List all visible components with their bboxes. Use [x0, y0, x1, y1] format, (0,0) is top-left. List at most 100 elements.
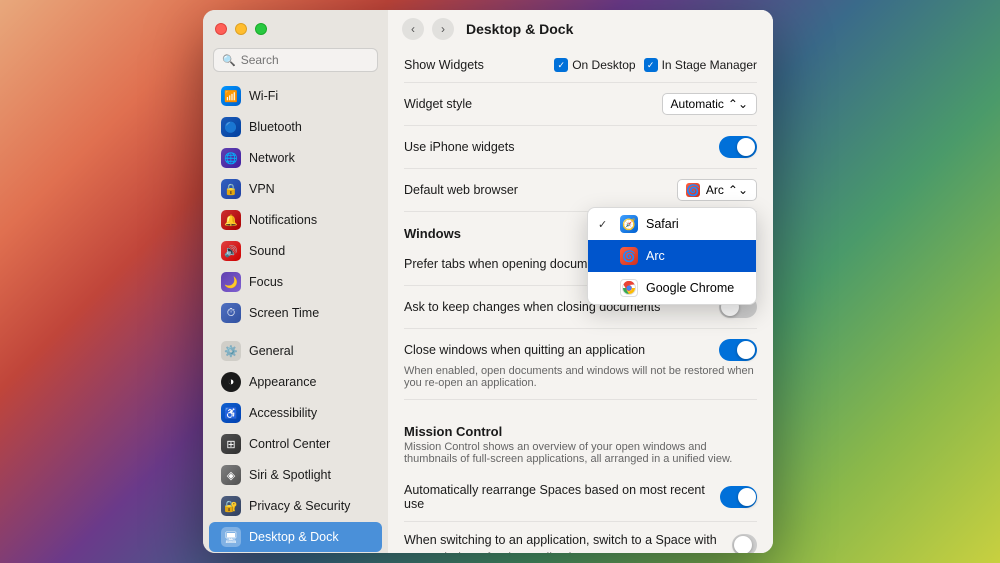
sidebar: 🔍 📶 Wi-Fi 🔵 Bluetooth 🌐 Network 🔒 VPN 🔔	[203, 10, 388, 553]
switch-space-label: When switching to an application, switch…	[404, 532, 732, 553]
default-browser-select[interactable]: 🌀 Arc ⌃⌄	[677, 179, 757, 201]
chrome-icon	[620, 279, 638, 297]
sidebar-item-controlcenter[interactable]: ⊞ Control Center	[209, 429, 382, 459]
sidebar-item-privacy[interactable]: 🔐 Privacy & Security	[209, 491, 382, 521]
system-preferences-window: 🔍 📶 Wi-Fi 🔵 Bluetooth 🌐 Network 🔒 VPN 🔔	[203, 10, 773, 553]
sidebar-item-accessibility[interactable]: ♿ Accessibility	[209, 398, 382, 428]
page-title: Desktop & Dock	[466, 21, 573, 37]
sidebar-item-sound[interactable]: 🔊 Sound	[209, 236, 382, 266]
safari-icon: 🧭	[620, 215, 638, 233]
search-icon: 🔍	[222, 54, 236, 67]
sidebar-label-bluetooth: Bluetooth	[249, 120, 302, 134]
main-content: ‹ › Desktop & Dock Show Widgets ✓ On Des…	[388, 10, 773, 553]
sidebar-label-wifi: Wi-Fi	[249, 89, 278, 103]
in-stage-manager-label: In Stage Manager	[662, 58, 757, 72]
screentime-icon: ⏱	[221, 303, 241, 323]
iphone-widgets-label: Use iPhone widgets	[404, 140, 514, 154]
widget-style-value: Automatic	[671, 97, 724, 111]
sidebar-item-network[interactable]: 🌐 Network	[209, 143, 382, 173]
desktop-icon: 🖥	[221, 527, 241, 547]
default-browser-row: Default web browser 🌀 Arc ⌃⌄ ✓ 🧭 Safari	[404, 169, 757, 212]
sidebar-item-bluetooth[interactable]: 🔵 Bluetooth	[209, 112, 382, 142]
sidebar-label-accessibility: Accessibility	[249, 406, 317, 420]
browser-option-chrome[interactable]: Google Chrome	[588, 272, 756, 304]
close-windows-desc: When enabled, open documents and windows…	[404, 365, 757, 389]
widget-style-label: Widget style	[404, 97, 472, 111]
content-area: Show Widgets ✓ On Desktop ✓ In Stage Man…	[388, 48, 773, 553]
sidebar-item-focus[interactable]: 🌙 Focus	[209, 267, 382, 297]
sidebar-label-notifications: Notifications	[249, 213, 317, 227]
sidebar-item-siri[interactable]: ◈ Siri & Spotlight	[209, 460, 382, 490]
sidebar-item-wifi[interactable]: 📶 Wi-Fi	[209, 81, 382, 111]
in-stage-manager-checkbox-label[interactable]: ✓ In Stage Manager	[644, 58, 757, 72]
widget-style-row: Widget style Automatic ⌃⌄	[404, 83, 757, 126]
on-desktop-checkbox[interactable]: ✓	[554, 58, 568, 72]
browser-option-safari[interactable]: ✓ 🧭 Safari	[588, 208, 756, 240]
in-stage-manager-checkbox[interactable]: ✓	[644, 58, 658, 72]
forward-button[interactable]: ›	[432, 18, 454, 40]
mission-control-header: Mission Control	[404, 410, 757, 441]
auto-rearrange-row: Automatically rearrange Spaces based on …	[404, 473, 757, 522]
sidebar-item-appearance[interactable]: ◑ Appearance	[209, 367, 382, 397]
chrome-label: Google Chrome	[646, 281, 734, 295]
browser-option-arc[interactable]: 🌀 Arc	[588, 240, 756, 272]
browser-dropdown-container: 🌀 Arc ⌃⌄ ✓ 🧭 Safari 🌀	[677, 179, 757, 201]
widget-style-select[interactable]: Automatic ⌃⌄	[662, 93, 757, 115]
safari-check: ✓	[598, 218, 612, 231]
arc-icon-btn: 🌀	[686, 183, 700, 197]
safari-label: Safari	[646, 217, 679, 231]
sidebar-label-general: General	[249, 344, 293, 358]
arc-label: Arc	[646, 249, 665, 263]
sidebar-item-notifications[interactable]: 🔔 Notifications	[209, 205, 382, 235]
sidebar-label-sound: Sound	[249, 244, 285, 258]
controlcenter-icon: ⊞	[221, 434, 241, 454]
appearance-icon: ◑	[221, 372, 241, 392]
browser-value: Arc	[706, 183, 724, 197]
search-input[interactable]	[241, 53, 369, 67]
general-icon: ⚙️	[221, 341, 241, 361]
back-button[interactable]: ‹	[402, 18, 424, 40]
accessibility-icon: ♿	[221, 403, 241, 423]
on-desktop-label: On Desktop	[572, 58, 635, 72]
mission-control-desc: Mission Control shows an overview of you…	[404, 441, 757, 473]
close-button[interactable]	[215, 23, 227, 35]
sidebar-label-siri: Siri & Spotlight	[249, 468, 331, 482]
show-widgets-row: Show Widgets ✓ On Desktop ✓ In Stage Man…	[404, 48, 757, 83]
on-desktop-checkbox-label[interactable]: ✓ On Desktop	[554, 58, 635, 72]
sidebar-item-general[interactable]: ⚙️ General	[209, 336, 382, 366]
close-windows-label: Close windows when quitting an applicati…	[404, 343, 645, 357]
sidebar-item-vpn[interactable]: 🔒 VPN	[209, 174, 382, 204]
browser-chevron: ⌃⌄	[728, 183, 748, 197]
vpn-icon: 🔒	[221, 179, 241, 199]
switch-space-toggle[interactable]	[732, 534, 757, 553]
sidebar-item-desktop[interactable]: 🖥 Desktop & Dock	[209, 522, 382, 552]
search-box[interactable]: 🔍	[213, 48, 378, 72]
auto-rearrange-label: Automatically rearrange Spaces based on …	[404, 483, 720, 511]
main-titlebar: ‹ › Desktop & Dock	[388, 10, 773, 48]
iphone-widgets-row: Use iPhone widgets	[404, 126, 757, 169]
sidebar-items: 📶 Wi-Fi 🔵 Bluetooth 🌐 Network 🔒 VPN 🔔 No…	[203, 80, 388, 553]
notifications-icon: 🔔	[221, 210, 241, 230]
sidebar-label-appearance: Appearance	[249, 375, 316, 389]
iphone-widgets-toggle[interactable]	[719, 136, 757, 158]
close-windows-toggle[interactable]	[719, 339, 757, 361]
sidebar-titlebar	[203, 10, 388, 48]
maximize-button[interactable]	[255, 23, 267, 35]
switch-space-row: When switching to an application, switch…	[404, 522, 757, 553]
privacy-icon: 🔐	[221, 496, 241, 516]
show-widgets-controls: ✓ On Desktop ✓ In Stage Manager	[554, 58, 757, 72]
sidebar-label-controlcenter: Control Center	[249, 437, 330, 451]
close-windows-row: Close windows when quitting an applicati…	[404, 329, 757, 400]
sidebar-label-network: Network	[249, 151, 295, 165]
sidebar-label-vpn: VPN	[249, 182, 275, 196]
siri-icon: ◈	[221, 465, 241, 485]
sidebar-label-screentime: Screen Time	[249, 306, 319, 320]
focus-icon: 🌙	[221, 272, 241, 292]
network-icon: 🌐	[221, 148, 241, 168]
auto-rearrange-toggle[interactable]	[720, 486, 757, 508]
widget-style-chevron: ⌃⌄	[728, 97, 748, 111]
arc-icon: 🌀	[620, 247, 638, 265]
sidebar-item-screentime[interactable]: ⏱ Screen Time	[209, 298, 382, 328]
minimize-button[interactable]	[235, 23, 247, 35]
wifi-icon: 📶	[221, 86, 241, 106]
